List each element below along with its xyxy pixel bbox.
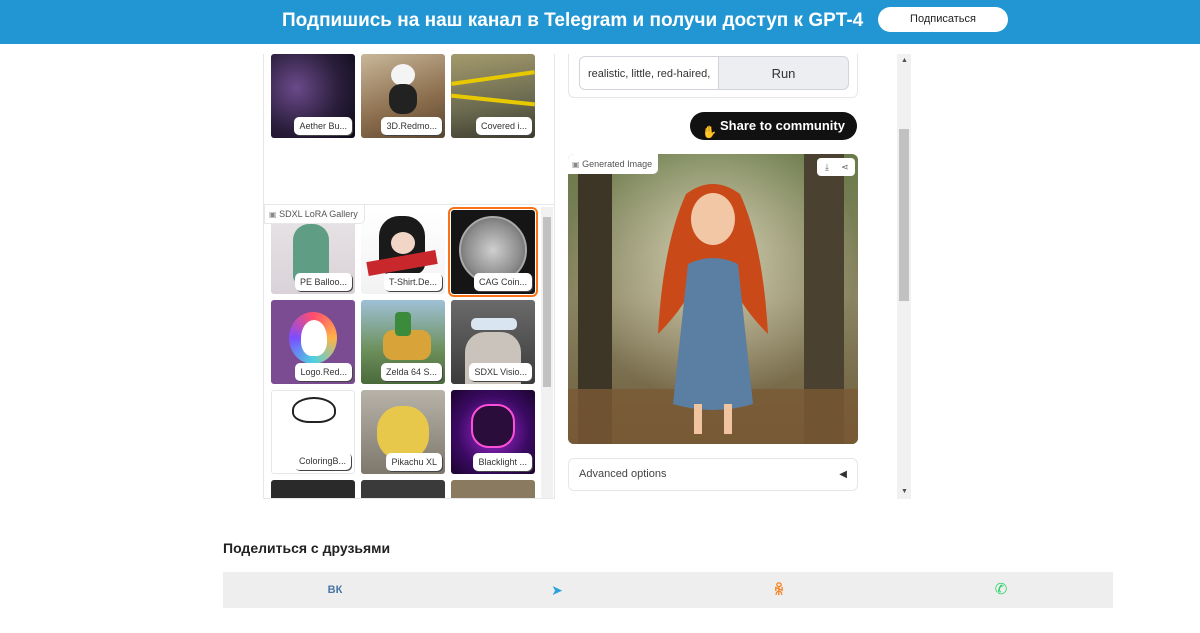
app-frame: Aether Bu... 3D.Redmo... Covered i... ▣ … bbox=[263, 54, 911, 499]
scroll-up-arrow-icon[interactable]: ▲ bbox=[901, 57, 908, 64]
girl-face bbox=[691, 193, 735, 245]
panda-body-shape bbox=[389, 84, 417, 114]
banner-text: Подпишись на наш канал в Telegram и полу… bbox=[282, 10, 864, 31]
share-to-community-button[interactable]: ✋ Share to community bbox=[690, 112, 857, 140]
image-toolbar: ⤓ ⋖ bbox=[817, 158, 855, 176]
gallery-caption: Pikachu XL bbox=[386, 453, 442, 471]
telegram-icon[interactable]: ➤ bbox=[547, 580, 567, 600]
generated-image-label: ▣ Generated Image bbox=[568, 154, 659, 174]
girl-leg bbox=[724, 404, 732, 434]
prompt-input[interactable]: realistic, little, red-haired, bbox=[579, 56, 719, 90]
subscribe-button[interactable]: Подписаться bbox=[878, 7, 1008, 32]
pikachu-shape bbox=[377, 406, 429, 460]
gallery-caption: ColoringB... bbox=[293, 452, 351, 470]
caution-tape bbox=[451, 70, 535, 86]
gallery-thumb-coloring-book[interactable]: ColoringB... bbox=[271, 390, 355, 474]
advanced-options-accordion[interactable]: Advanced options ◀ bbox=[568, 458, 858, 491]
gallery-caption: Covered i... bbox=[475, 117, 532, 135]
gallery-caption: Zelda 64 S... bbox=[380, 363, 442, 381]
gallery-thumb-logo-redmond[interactable]: Logo.Red... bbox=[271, 300, 355, 384]
gallery-thumb-partial[interactable] bbox=[451, 480, 535, 498]
generated-image-label-text: Generated Image bbox=[582, 159, 653, 169]
share-hand-icon: ✋ bbox=[702, 125, 717, 139]
rider-shape bbox=[395, 312, 411, 336]
gallery-caption: Logo.Red... bbox=[295, 363, 352, 381]
gallery-caption: SDXL Visio... bbox=[469, 363, 532, 381]
gallery-thumb-zelda-64[interactable]: Zelda 64 S... bbox=[361, 300, 445, 384]
caution-tape bbox=[451, 93, 535, 107]
share-icon[interactable]: ⋖ bbox=[839, 161, 851, 173]
cat-shape bbox=[471, 404, 515, 448]
gallery-thumb-covered[interactable]: Covered i... bbox=[451, 54, 535, 138]
gallery-thumb-tshirt-design[interactable]: T-Shirt.De... bbox=[361, 210, 445, 294]
image-icon: ▣ bbox=[269, 210, 277, 219]
telegram-banner: Подпишись на наш канал в Telegram и полу… bbox=[0, 0, 1200, 44]
image-icon: ▣ bbox=[572, 160, 580, 169]
headset-shape bbox=[471, 318, 517, 330]
gallery-caption: Aether Bu... bbox=[294, 117, 352, 135]
share-with-friends-title: Поделиться с друзьями bbox=[223, 540, 391, 556]
gallery-scrollbar[interactable] bbox=[541, 207, 553, 498]
gallery-caption: PE Balloo... bbox=[294, 273, 352, 291]
generated-image-canvas bbox=[568, 154, 858, 444]
gallery-thumb-sdxl-vision[interactable]: SDXL Visio... bbox=[451, 300, 535, 384]
social-share-bar: ВК ➤ ꆜ ✆ bbox=[223, 572, 1113, 608]
unicorn-head-shape bbox=[301, 320, 327, 356]
gallery-thumb-pikachu-xl[interactable]: Pikachu XL bbox=[361, 390, 445, 474]
vk-icon[interactable]: ВК bbox=[325, 580, 345, 600]
generated-image: ▣ Generated Image ⤓ ⋖ bbox=[568, 154, 858, 444]
gallery-caption: T-Shirt.De... bbox=[383, 273, 442, 291]
scroll-down-arrow-icon[interactable]: ▼ bbox=[901, 488, 908, 495]
gallery-caption: CAG Coin... bbox=[473, 273, 532, 291]
page-scrollbar[interactable]: ▲ ▼ bbox=[897, 54, 911, 499]
face-shape bbox=[391, 232, 415, 254]
gallery-thumb-partial[interactable] bbox=[361, 480, 445, 498]
gallery-label: ▣ SDXL LoRA Gallery bbox=[264, 204, 365, 224]
lora-gallery-panel: Aether Bu... 3D.Redmo... Covered i... ▣ … bbox=[263, 54, 555, 499]
prompt-row: realistic, little, red-haired, Run bbox=[568, 54, 858, 98]
odnoklassniki-icon[interactable]: ꆜ bbox=[769, 580, 789, 600]
download-icon[interactable]: ⤓ bbox=[821, 161, 833, 173]
run-button[interactable]: Run bbox=[719, 56, 849, 90]
gallery-caption: 3D.Redmo... bbox=[381, 117, 442, 135]
gallery-label-text: SDXL LoRA Gallery bbox=[279, 209, 358, 219]
gallery-thumb-blacklight[interactable]: Blacklight ... bbox=[451, 390, 535, 474]
whatsapp-icon[interactable]: ✆ bbox=[991, 580, 1011, 600]
gallery-thumb-aether[interactable]: Aether Bu... bbox=[271, 54, 355, 138]
gallery-thumb-partial[interactable] bbox=[271, 480, 355, 498]
gallery-thumb-cag-coin[interactable]: CAG Coin... bbox=[448, 207, 538, 297]
girl-leg bbox=[694, 404, 702, 434]
collapse-arrow-icon: ◀ bbox=[839, 469, 847, 480]
gallery-thumb-3d-redmond[interactable]: 3D.Redmo... bbox=[361, 54, 445, 138]
advanced-options-label: Advanced options bbox=[579, 468, 667, 480]
gallery-caption: Blacklight ... bbox=[473, 453, 532, 471]
gallery-scrollbar-thumb[interactable] bbox=[543, 217, 551, 387]
owl-shape bbox=[292, 397, 336, 423]
page-scrollbar-thumb[interactable] bbox=[899, 129, 909, 301]
panda-shape bbox=[391, 64, 415, 86]
share-button-label: Share to community bbox=[720, 118, 845, 133]
